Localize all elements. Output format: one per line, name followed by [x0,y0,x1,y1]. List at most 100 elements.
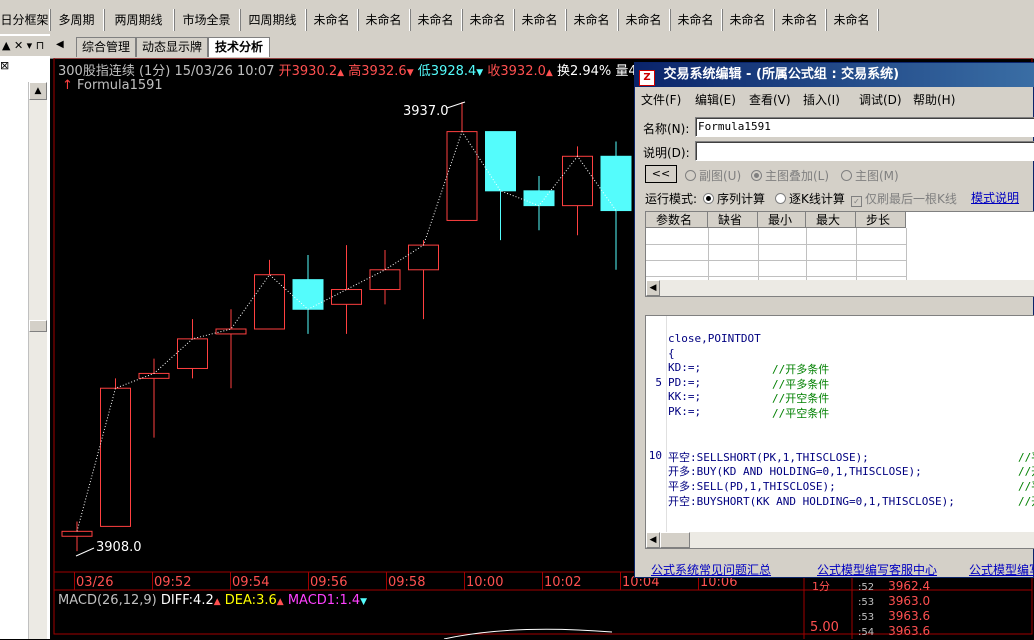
period-tab-5[interactable]: 未命名 [306,9,358,31]
x-tick-mark-5 [464,572,465,590]
left-panel-scrollbar[interactable]: ▲ [28,82,47,639]
x-tick-mark-3 [308,572,309,590]
open-value: 3930.2 [291,64,338,79]
param-table-hscroll[interactable]: ◀ [646,280,1034,296]
period-tab-9[interactable]: 未命名 [514,9,566,31]
x-tick-0: 03/26 [76,575,114,590]
tab-dynamic-board[interactable]: 动态显示牌 [136,37,208,57]
link-faq[interactable]: 公式系统常见问题汇总 [651,561,771,578]
radio-main-overlay: 主图叠加(L) [751,167,829,184]
period-tab-6[interactable]: 未命名 [358,9,410,31]
code-comment: //平 [1018,480,1034,493]
period-tab-15[interactable]: 未命名 [826,9,878,31]
period-tab-10[interactable]: 未命名 [566,9,618,31]
period-tab-3[interactable]: 市场全景 [174,9,240,31]
x-tick-mark-1 [152,572,153,590]
tab-technical-analysis[interactable]: 技术分析 [208,37,270,57]
link-support[interactable]: 公式模型编写客服中心 [817,561,937,578]
radio-sub-chart-label: 副图(U) [699,169,742,183]
price-list-time: :52 [858,582,875,593]
price-list-price: 3963.6 [888,609,931,623]
candle-body-3 [177,338,208,369]
high-label: 高 [348,64,362,79]
period-tab-4[interactable]: 四周期线 [240,9,306,31]
candle-body-9 [408,244,439,271]
period-tab-8[interactable]: 未命名 [462,9,514,31]
dea-value: 3.6 [256,593,277,608]
price-list-row: :53 3963.6 [858,609,968,625]
x-tick-2: 09:54 [232,575,270,590]
only-last-kline-label: 仅刷最后一根K线 [865,192,957,206]
period-tab-1[interactable]: 多周期 [50,9,104,31]
param-scroll-left-icon[interactable]: ◀ [646,280,660,296]
price-list-time: :53 [858,612,875,623]
period-tab-2[interactable]: 两周期线 [104,9,174,31]
period-tab-13[interactable]: 未命名 [722,9,774,31]
radio-main-overlay-icon [751,170,762,181]
code-line: 开多:BUY(KD AND HOLDING=0,1,THISCLOSE); [668,465,922,479]
x-tick-mark-0 [74,572,75,590]
code-comment: //开多条件 [772,363,830,377]
price-list-time: :54 [858,627,875,638]
radio-main-chart-icon [841,170,852,181]
formula-name: Formula1591 [77,78,163,93]
menu-file[interactable]: 文件(F) [641,91,681,108]
dialog-footer-links: 公式系统常见问题汇总 公式模型编写客服中心 公式模型编写 [635,559,1034,579]
param-col-step: 步长 [856,212,906,228]
mode-kline-radio-icon[interactable] [775,193,786,204]
radio-main-chart-label: 主图(M) [855,169,899,183]
editor-scroll-thumb[interactable] [660,532,690,548]
period-tab-11[interactable]: 未命名 [618,9,670,31]
open-label: 开 [278,64,292,79]
menu-view[interactable]: 查看(V) [749,91,791,108]
param-row-line [646,276,906,277]
code-comment: //开空条件 [772,392,830,406]
name-input[interactable]: Formula1591 [695,117,1034,137]
mode-sequence-radio[interactable]: 序列计算 [703,190,765,207]
price-list-row: :52 3962.4 [858,579,968,595]
menu-debug[interactable]: 调试(D) [859,91,902,108]
macd-title: MACD(26,12,9) [58,593,157,608]
mode-sequence-radio-icon[interactable] [703,193,714,204]
formula-code-editor[interactable]: close,POINTDOT{KD:=; //开多条件 5 PD:=; //平多条件 KK… [645,315,1034,549]
menu-insert[interactable]: 插入(I) [803,91,840,108]
mode-help-link[interactable]: 模式说明 [971,189,1019,206]
scroll-up-icon[interactable]: ▲ [29,82,47,100]
price-list-time: :53 [858,597,875,608]
description-input[interactable] [695,141,1034,161]
period-tab-12[interactable]: 未命名 [670,9,722,31]
editor-hscroll[interactable]: ◀ [646,532,1034,548]
menu-edit[interactable]: 编辑(E) [695,91,736,108]
radio-main-overlay-label: 主图叠加(L) [765,169,830,183]
high-value: 3932.6 [361,64,407,79]
left-panel-controls[interactable]: ▲ ✕ ▾ ⊓ ⊠ [0,36,50,72]
low-label-leader [75,547,95,557]
scroll-thumb[interactable] [29,320,47,332]
link-formula-writing[interactable]: 公式模型编写 [969,561,1034,578]
radio-main-chart: 主图(M) [841,167,899,184]
price-list-price: 3963.0 [888,594,931,608]
code-comment: //开 [1018,494,1034,508]
code-comment: //平 [1018,450,1034,464]
period-tab-14[interactable]: 未命名 [774,9,826,31]
mode-kline-radio[interactable]: 逐K线计算 [775,190,845,207]
param-col-min: 最小 [758,212,806,228]
collapse-button[interactable]: << [645,165,677,183]
candle-body-6 [292,279,324,310]
diff-value: 4.2 [193,593,214,608]
menu-help[interactable]: 帮助(H) [913,91,955,108]
low-value: 3928.4 [430,64,477,79]
formula-label: ↑ Formula1591 [62,78,163,93]
parameter-table[interactable]: 参数名 缺省 最小 最大 步长 ◀ [645,211,1034,297]
param-col-line [856,228,857,280]
tab-comprehensive[interactable]: 综合管理 [76,37,136,57]
tab-scroll-left-icon[interactable]: ◀ [56,39,64,50]
period-tab-7[interactable]: 未命名 [410,9,462,31]
editor-scroll-left-icon[interactable]: ◀ [646,532,660,548]
dialog-title-bar[interactable]: Z 交易系统编辑 - (所属公式组 : 交易系统) [635,63,1034,87]
param-col-line [906,228,907,280]
period-tab-0[interactable]: 日分框架 [0,9,50,31]
dialog-title: 交易系统编辑 - (所属公式组 : 交易系统) [663,67,900,82]
code-comment: //平空条件 [772,407,830,420]
price-list-row: :53 3963.0 [858,594,968,610]
